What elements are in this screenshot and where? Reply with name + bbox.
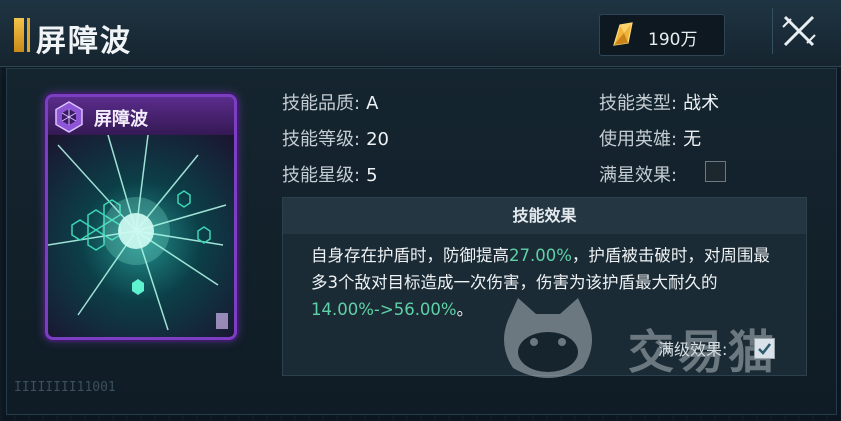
card-header: 屏障波 bbox=[48, 97, 234, 135]
stat-hero: 使用英雄: 无 bbox=[599, 125, 701, 151]
checkmark-icon bbox=[758, 343, 771, 355]
card-corner-mark bbox=[216, 313, 228, 329]
stat-type: 技能类型: 战术 bbox=[599, 89, 719, 115]
close-button[interactable] bbox=[772, 8, 825, 54]
stat-quality-value: A bbox=[366, 93, 379, 114]
stat-quality: 技能品质: A bbox=[282, 89, 378, 115]
max-level-checkbox[interactable] bbox=[754, 338, 775, 359]
stat-level: 技能等级: 20 bbox=[282, 125, 389, 151]
stat-level-label: 技能等级: bbox=[282, 129, 361, 150]
hexagon-emblem-icon bbox=[55, 101, 83, 133]
maxstar-checkbox[interactable] bbox=[705, 161, 726, 182]
stat-type-value: 战术 bbox=[683, 93, 720, 114]
close-icon bbox=[782, 15, 816, 47]
currency-amount: 190万 bbox=[648, 30, 698, 50]
stat-star-label: 技能星级: bbox=[282, 165, 361, 186]
stat-star-value: 5 bbox=[366, 165, 378, 186]
effect-highlight-defense: 27.00% bbox=[509, 246, 572, 265]
stat-hero-label: 使用英雄: bbox=[599, 129, 678, 150]
page-title: 屏障波 bbox=[36, 24, 132, 59]
gold-crystal-icon bbox=[613, 22, 633, 46]
title-accent bbox=[14, 18, 30, 52]
effect-heading: 技能效果 bbox=[283, 198, 806, 234]
header-bar: 屏障波 190万 bbox=[0, 0, 841, 67]
stat-quality-label: 技能品质: bbox=[282, 93, 361, 114]
cat-logo-icon bbox=[504, 298, 592, 378]
max-level-label: 满级效果: bbox=[658, 340, 728, 359]
stat-star: 技能星级: 5 bbox=[282, 161, 378, 187]
stat-hero-value: 无 bbox=[683, 129, 702, 150]
stat-maxstar-label: 满星效果: bbox=[599, 165, 678, 186]
stat-level-value: 20 bbox=[366, 129, 389, 150]
skill-card: 屏障波 bbox=[45, 94, 237, 340]
currency-display[interactable]: 190万 bbox=[599, 14, 725, 56]
card-title: 屏障波 bbox=[94, 109, 148, 130]
stat-type-label: 技能类型: bbox=[599, 93, 678, 114]
stat-maxstar: 满星效果: bbox=[599, 161, 677, 187]
effect-text-part3: 。 bbox=[456, 300, 474, 319]
card-artwork bbox=[48, 135, 227, 331]
footer-id: IIIIIIII11001 bbox=[14, 380, 116, 395]
effect-highlight-damage: 14.00%->56.00% bbox=[311, 300, 457, 319]
effect-text-part1: 自身存在护盾时，防御提高 bbox=[311, 246, 509, 265]
